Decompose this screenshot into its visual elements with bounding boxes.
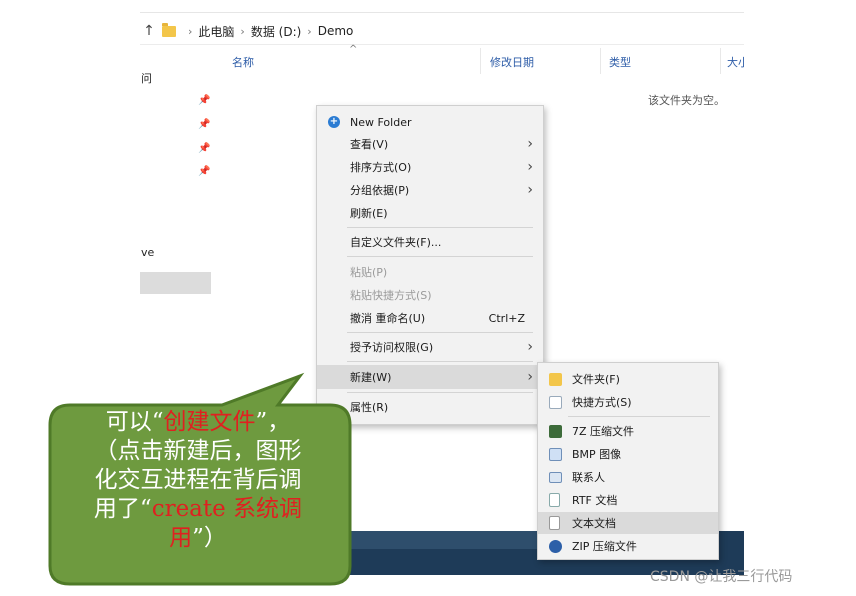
callout-line-3: 化交互进程在背后调 — [94, 467, 302, 493]
callout-text-part: ”， — [255, 409, 291, 435]
watermark: CSDN @让我三行代码 — [650, 569, 793, 585]
callout-text-part: ”） — [192, 525, 227, 551]
callout-text: 可以“创建文件”， （点击新建后，图形 化交互进程在背后调 用了“create … — [52, 408, 344, 578]
callout-highlight: 用 — [169, 525, 193, 551]
callout-text-part: 可以“ — [105, 409, 164, 435]
callout-line-1: 可以“创建文件”， — [52, 408, 344, 437]
callout-line-2: （点击新建后，图形 — [94, 438, 302, 464]
callout-text-part: 用了“ — [93, 496, 152, 522]
callout-highlight: 创建文件 — [163, 409, 256, 435]
callout-line-4: 用了“create 系统调 — [52, 495, 344, 524]
callout-highlight: create 系统调 — [151, 496, 303, 522]
callout-line-5: 用”） — [52, 524, 344, 553]
